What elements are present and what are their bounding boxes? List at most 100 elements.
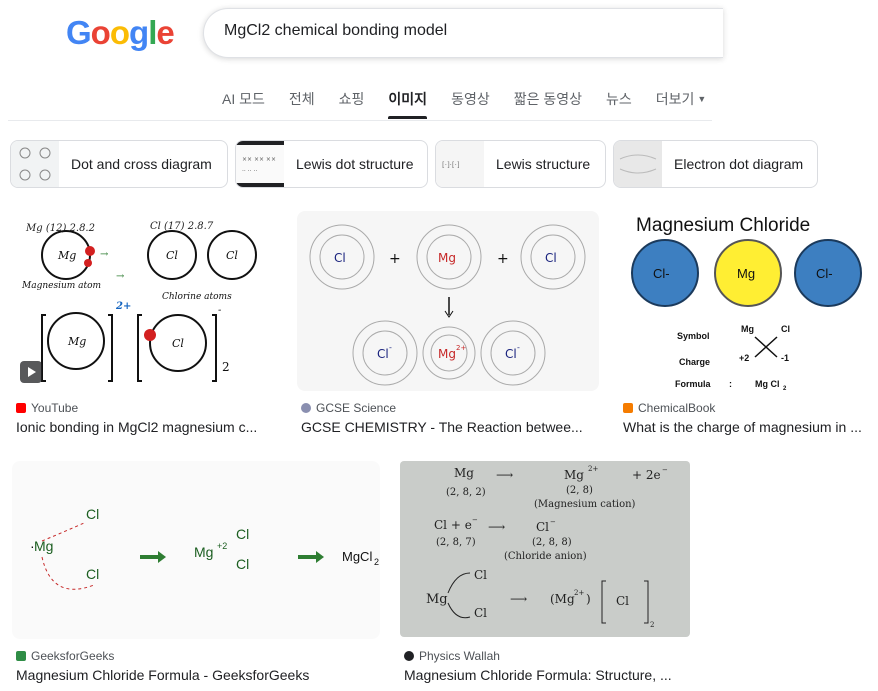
source-name: Physics Wallah <box>419 649 500 663</box>
search-box[interactable] <box>203 8 723 58</box>
image-text: Cl <box>334 251 346 265</box>
geeksforgeeks-icon <box>16 651 26 661</box>
svg-text:→: → <box>100 249 109 260</box>
chip-label: Electron dot diagram <box>674 156 804 172</box>
chip-lewis-structure[interactable]: [·]·[·] Lewis structure <box>435 140 606 188</box>
image-text: Formula <box>675 379 711 389</box>
play-icon <box>20 361 42 383</box>
result-title[interactable]: Magnesium Chloride Formula - GeeksforGee… <box>16 667 380 683</box>
tab-all[interactable]: 전체 <box>289 90 315 120</box>
tab-news[interactable]: 뉴스 <box>606 90 632 120</box>
image-text: Charge <box>679 357 710 367</box>
result-source[interactable]: GCSE Science <box>301 401 396 415</box>
image-text: (2, 8, 2) <box>446 487 486 498</box>
image-text: Symbol <box>677 331 710 341</box>
result-title[interactable]: Magnesium Chloride Formula: Structure, .… <box>404 667 688 683</box>
result-thumbnail[interactable]: Cl + Mg + Cl Cl - Mg 2+ Cl - <box>297 211 599 391</box>
chip-thumbnail-image: [·]·[·] <box>442 161 460 169</box>
chip-label: Lewis structure <box>496 156 591 172</box>
image-text: Chlorine atoms <box>162 292 232 302</box>
result-thumbnail[interactable]: Mg · Cl Cl Mg +2 Cl Cl MgCl 2 <box>12 461 380 639</box>
chip-thumbnail <box>11 141 59 187</box>
image-text: Cl <box>86 566 99 582</box>
image-text: 2 <box>374 557 379 567</box>
search-input[interactable] <box>224 22 704 40</box>
chip-label: Dot and cross diagram <box>71 156 212 172</box>
image-text: Mg <box>194 544 213 560</box>
tab-ai-mode[interactable]: AI 모드 <box>222 90 265 120</box>
image-text: Magnesium Chloride <box>636 215 810 236</box>
result-source[interactable]: Physics Wallah <box>404 649 500 663</box>
image-text: - <box>517 343 520 352</box>
result-source[interactable]: GeeksforGeeks <box>16 649 114 663</box>
image-text: 2+ <box>588 465 598 473</box>
image-text: Cl <box>172 337 184 350</box>
image-text: Cl <box>166 249 178 262</box>
result-title[interactable]: Ionic bonding in MgCl2 magnesium c... <box>16 419 274 435</box>
image-text: - <box>218 305 222 316</box>
chip-electron-dot-diagram[interactable]: Electron dot diagram <box>613 140 818 188</box>
result-image: Cl + Mg + Cl Cl - Mg 2+ Cl - <box>309 224 586 386</box>
image-text: (2, 8) <box>566 485 593 496</box>
result-thumbnail[interactable]: Mg (2, 8, 2) ⟶ Mg 2+ + 2e − (2, 8) (Magn… <box>400 461 690 637</box>
image-text: (Mg <box>550 592 575 606</box>
chevron-down-icon: ▼ <box>697 94 707 104</box>
result-title[interactable]: What is the charge of magnesium in ... <box>623 419 875 435</box>
result-image: Magnesium Chloride Cl- Mg Cl- Symbol Cha… <box>631 215 862 391</box>
result-source[interactable]: YouTube <box>16 401 78 415</box>
image-text: − <box>550 518 556 526</box>
image-text: 2+ <box>456 344 466 352</box>
result-image: Mg · Cl Cl Mg +2 Cl Cl MgCl 2 <box>30 506 379 590</box>
svg-text:·: · <box>30 538 35 554</box>
tab-short-videos[interactable]: 짧은 동영상 <box>514 90 582 120</box>
result-thumbnail[interactable]: Mg (12) 2.8.2 Cl (17) 2.8.7 Mg → → Magne… <box>12 211 275 391</box>
image-text: Mg Cl <box>755 379 780 389</box>
chip-label: Lewis dot structure <box>296 156 414 172</box>
logo-letter: g <box>129 14 149 51</box>
svg-text:⟶: ⟶ <box>510 592 527 606</box>
tab-label: AI 모드 <box>222 91 265 107</box>
physics-wallah-icon <box>404 651 414 661</box>
logo-letter: o <box>109 14 130 51</box>
image-text: 2+ <box>574 589 584 597</box>
chip-thumbnail-image <box>619 154 657 174</box>
image-text: Cl <box>616 594 629 608</box>
source-name: GeeksforGeeks <box>31 649 115 663</box>
image-text: − <box>662 466 668 474</box>
chip-lewis-dot-structure[interactable]: ×× ×× ×× ·· ·· ·· Lewis dot structure <box>235 140 428 188</box>
svg-text:⟶: ⟶ <box>496 468 513 482</box>
tab-images[interactable]: 이미지 <box>388 90 427 120</box>
chip-thumbnail: [·]·[·] <box>436 141 484 187</box>
image-text: -1 <box>781 353 789 363</box>
image-text: Cl <box>377 347 389 361</box>
image-text: Cl (17) 2.8.7 <box>150 221 214 232</box>
image-text: (Chloride anion) <box>504 551 587 562</box>
chip-thumbnail <box>614 141 662 187</box>
image-text: Cl <box>86 506 99 522</box>
image-text: : <box>729 379 732 389</box>
result-thumbnail[interactable]: Magnesium Chloride Cl- Mg Cl- Symbol Cha… <box>619 211 878 391</box>
result-source[interactable]: ChemicalBook <box>623 401 715 415</box>
tab-label: 이미지 <box>388 91 428 107</box>
image-text: - <box>389 343 392 352</box>
image-text: Cl <box>474 568 487 582</box>
image-text: Cl <box>226 249 238 262</box>
image-text: ) <box>586 592 591 606</box>
tab-shopping[interactable]: 쇼핑 <box>339 90 365 120</box>
image-text: +2 <box>739 353 749 363</box>
search-tabs: AI 모드 전체 쇼핑 이미지 동영상 짧은 동영상 뉴스 더보기 ▼ <box>222 90 730 120</box>
result-image: Mg (2, 8, 2) ⟶ Mg 2+ + 2e − (2, 8) (Magn… <box>426 465 668 629</box>
image-text: + <box>497 251 509 267</box>
logo-letter: e <box>156 14 174 51</box>
image-text: Cl <box>236 556 249 572</box>
image-text: Mg <box>426 592 448 607</box>
tab-videos[interactable]: 동영상 <box>451 90 490 120</box>
image-text: Mg <box>438 251 456 265</box>
tab-more[interactable]: 더보기 ▼ <box>656 90 707 120</box>
chip-thumbnail: ×× ×× ×× ·· ·· ·· <box>236 141 284 187</box>
image-text: Mg <box>737 266 755 281</box>
chip-dot-and-cross[interactable]: Dot and cross diagram <box>10 140 228 188</box>
google-logo[interactable]: Google <box>66 14 175 52</box>
result-title[interactable]: GCSE CHEMISTRY - The Reaction betwee... <box>301 419 597 435</box>
image-text: − <box>472 516 478 524</box>
